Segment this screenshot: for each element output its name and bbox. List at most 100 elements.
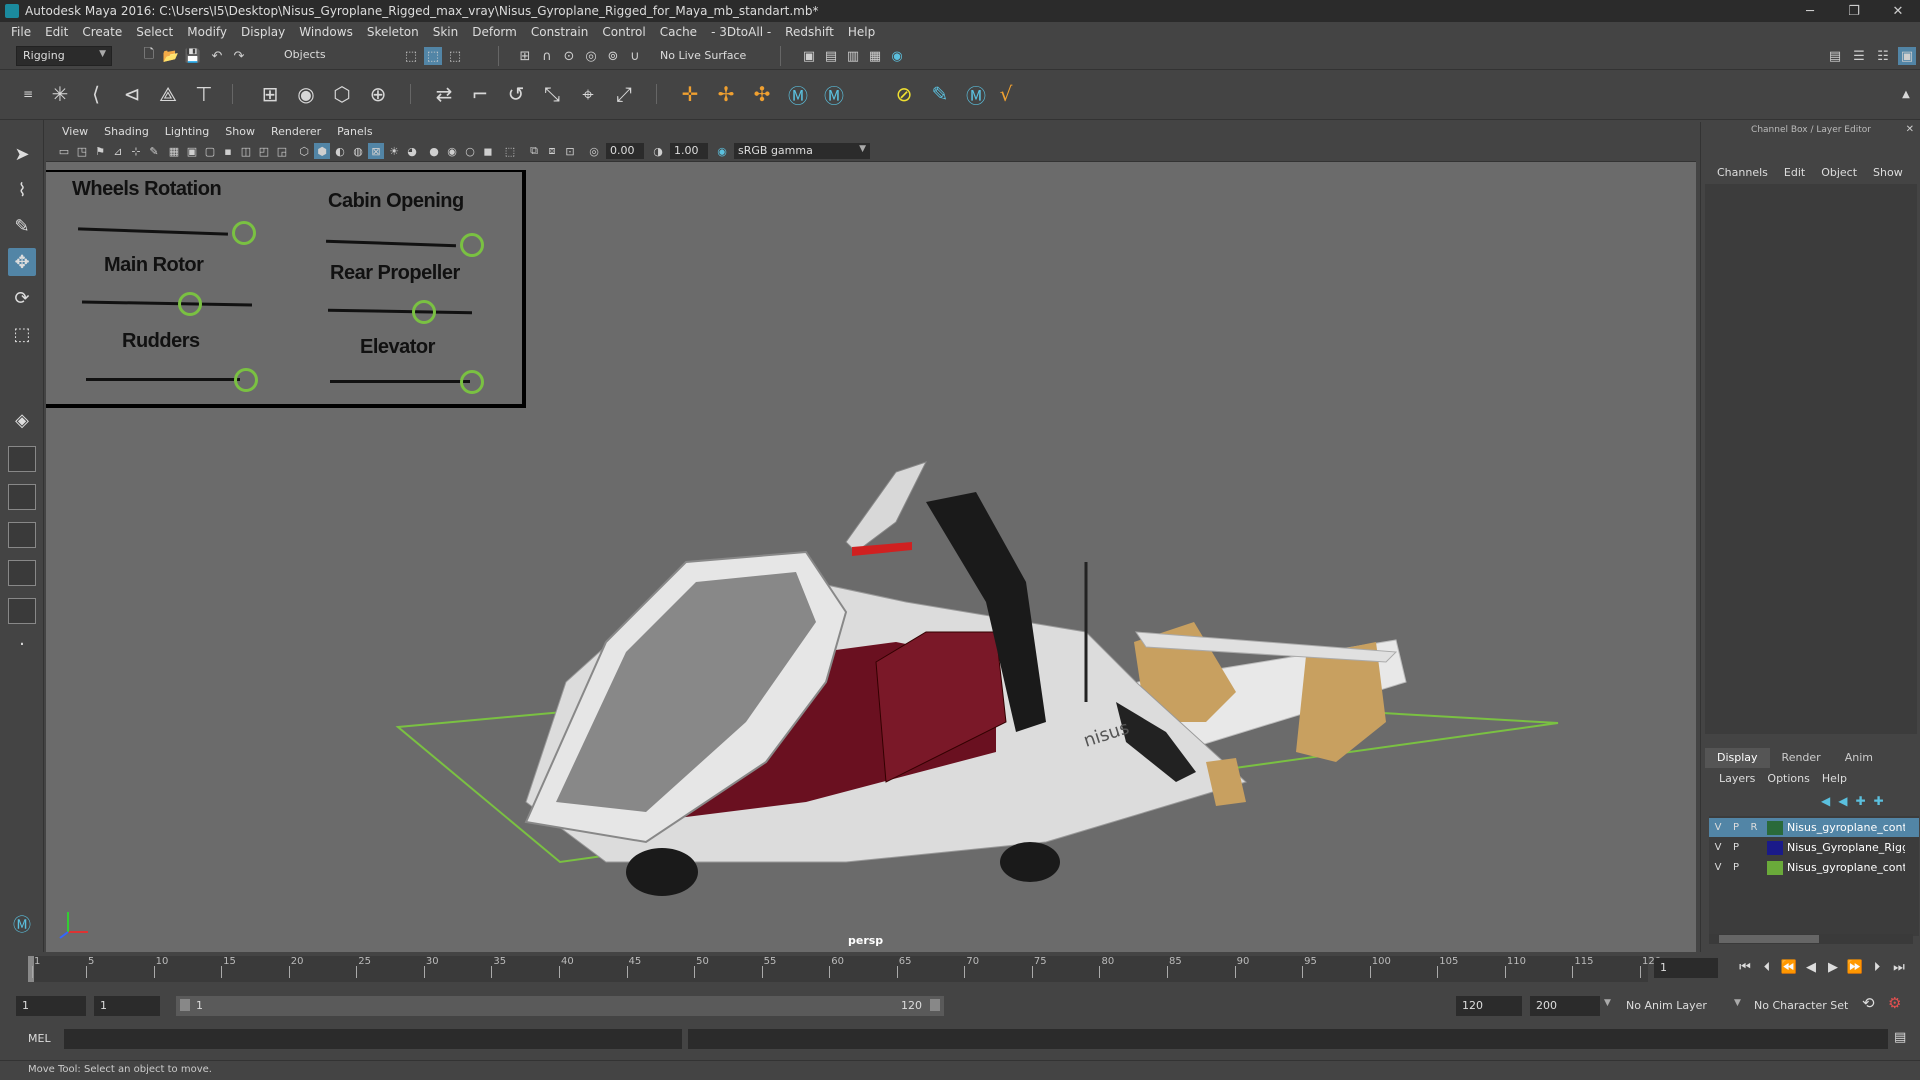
- menu-display[interactable]: Display: [234, 25, 292, 39]
- play-backwards-icon[interactable]: ◀: [1800, 960, 1822, 975]
- screen-space-ao-icon[interactable]: ●: [426, 143, 442, 159]
- menu-deform[interactable]: Deform: [465, 25, 524, 39]
- four-pane-layout-icon[interactable]: [8, 446, 36, 472]
- field-chart-icon[interactable]: ◫: [238, 143, 254, 159]
- script-editor-icon[interactable]: ▤: [1894, 1030, 1906, 1045]
- selection-mask-dropdown[interactable]: Objects: [278, 46, 378, 66]
- vp-menu-shading[interactable]: Shading: [96, 125, 157, 138]
- use-default-material-icon[interactable]: ◐: [332, 143, 348, 159]
- menu-modify[interactable]: Modify: [180, 25, 234, 39]
- grid-toggle-icon[interactable]: ▦: [166, 143, 182, 159]
- persp-outliner-layout-icon[interactable]: [8, 560, 36, 586]
- step-back-key-icon[interactable]: ⏪: [1778, 960, 1800, 975]
- le-menu-layers[interactable]: Layers: [1713, 772, 1761, 785]
- gamma-icon[interactable]: ◑: [650, 143, 666, 159]
- resolution-gate-icon[interactable]: ▢: [202, 143, 218, 159]
- outliner-toggle-icon[interactable]: ·: [8, 630, 36, 658]
- gyroplane-model[interactable]: nisus: [46, 162, 1696, 952]
- menu-file[interactable]: File: [4, 25, 38, 39]
- exposure-field[interactable]: 0.00: [606, 143, 644, 159]
- persp-graph-layout-icon[interactable]: [8, 522, 36, 548]
- layer-color-swatch[interactable]: [1767, 840, 1783, 855]
- layer-scrollbar[interactable]: [1709, 934, 1913, 944]
- shelf-menu-icon[interactable]: ≡: [14, 80, 42, 108]
- menu-control[interactable]: Control: [595, 25, 652, 39]
- set-driven-key-icon[interactable]: ⊘: [890, 80, 918, 108]
- 2d-pan-zoom-icon[interactable]: ⊹: [128, 143, 144, 159]
- le-menu-options[interactable]: Options: [1761, 772, 1815, 785]
- le-menu-help[interactable]: Help: [1816, 772, 1853, 785]
- vp-menu-renderer[interactable]: Renderer: [263, 125, 329, 138]
- pole-vector-icon[interactable]: ⤢: [610, 80, 638, 108]
- move-layer-down-icon[interactable]: ◀: [1838, 794, 1847, 808]
- step-forward-key-icon[interactable]: ⏩: [1844, 960, 1866, 975]
- layer-playback-toggle[interactable]: P: [1727, 822, 1745, 833]
- go-to-start-icon[interactable]: ⏮: [1734, 960, 1756, 975]
- new-scene-icon[interactable]: 🗋: [140, 47, 158, 65]
- range-slider-bar[interactable]: 1 120: [176, 996, 944, 1016]
- animation-end-field[interactable]: 200: [1530, 996, 1600, 1016]
- wrap-deformer-icon[interactable]: ⊕: [364, 80, 392, 108]
- panel-close-icon[interactable]: ✕: [1906, 124, 1914, 135]
- shelf-scroll-icon[interactable]: ▲: [1892, 80, 1920, 108]
- tab-display[interactable]: Display: [1705, 748, 1770, 768]
- menu-skeleton[interactable]: Skeleton: [360, 25, 426, 39]
- layer-color-swatch[interactable]: [1767, 860, 1783, 875]
- cb-menu-channels[interactable]: Channels: [1709, 166, 1776, 179]
- save-scene-icon[interactable]: 💾: [184, 47, 202, 65]
- range-start-handle[interactable]: [180, 999, 190, 1011]
- view-transform-dropdown[interactable]: sRGB gamma ▼: [734, 143, 870, 159]
- animation-start-field[interactable]: 1: [16, 996, 86, 1016]
- modeling-toolkit-icon[interactable]: ▤: [1826, 47, 1844, 65]
- select-object-icon[interactable]: ⬚: [424, 47, 442, 65]
- anim-layer-dropdown[interactable]: No Anim Layer: [1620, 996, 1740, 1016]
- skin-cluster-icon[interactable]: ✎: [926, 80, 954, 108]
- cluster-icon[interactable]: ✢: [712, 80, 740, 108]
- cb-menu-show[interactable]: Show: [1865, 166, 1911, 179]
- use-all-lights-icon[interactable]: ☀: [386, 143, 402, 159]
- chevron-down-icon[interactable]: ▼: [1604, 998, 1611, 1008]
- bookmarks-icon[interactable]: ⚑: [92, 143, 108, 159]
- orient-constraint-icon[interactable]: ↺: [502, 80, 530, 108]
- layer-row[interactable]: V P R Nisus_gyroplane_cont: [1709, 818, 1919, 837]
- orient-joint-icon[interactable]: ⊤: [190, 80, 218, 108]
- safe-title-icon[interactable]: ◲: [274, 143, 290, 159]
- check-icon[interactable]: √: [992, 80, 1020, 108]
- mel-label[interactable]: MEL: [28, 1032, 51, 1045]
- single-pane-layout-icon[interactable]: ◈: [8, 406, 36, 434]
- safe-action-icon[interactable]: ◰: [256, 143, 272, 159]
- new-layer-icon[interactable]: ✚: [1855, 794, 1865, 808]
- scale-tool-icon[interactable]: ⬚: [8, 320, 36, 348]
- playback-end-field[interactable]: 120: [1456, 996, 1522, 1016]
- select-component-icon[interactable]: ⬚: [446, 47, 464, 65]
- depth-of-field-icon[interactable]: ◼: [480, 143, 496, 159]
- new-layer-selected-icon[interactable]: ✚: [1874, 794, 1884, 808]
- layer-reference-toggle[interactable]: R: [1745, 822, 1763, 833]
- shadows-icon[interactable]: ◕: [404, 143, 420, 159]
- lasso-tool-icon[interactable]: ⌇: [8, 176, 36, 204]
- move-tool-icon[interactable]: ✥: [8, 248, 36, 276]
- attribute-editor-icon[interactable]: ☰: [1850, 47, 1868, 65]
- image-plane-icon[interactable]: ⊿: [110, 143, 126, 159]
- step-forward-frame-icon[interactable]: ⏵: [1866, 960, 1888, 975]
- gamma-field[interactable]: 1.00: [670, 143, 708, 159]
- snap-view-plane-icon[interactable]: ◎: [582, 47, 600, 65]
- redo-icon[interactable]: ↷: [230, 47, 248, 65]
- bind-skin-icon[interactable]: ⊞: [256, 80, 284, 108]
- outliner-layout-icon[interactable]: [8, 598, 36, 624]
- menu-cache[interactable]: Cache: [653, 25, 704, 39]
- chevron-down-icon[interactable]: ▼: [1734, 998, 1741, 1008]
- go-to-end-icon[interactable]: ⏭: [1888, 960, 1910, 975]
- gate-mask-icon[interactable]: ▪: [220, 143, 236, 159]
- tab-anim[interactable]: Anim: [1833, 748, 1885, 768]
- snap-curve-icon[interactable]: ∩: [538, 47, 556, 65]
- snap-live-icon[interactable]: ⊚: [604, 47, 622, 65]
- scale-constraint-icon[interactable]: ⤡: [538, 80, 566, 108]
- maximize-button[interactable]: ❐: [1832, 0, 1876, 22]
- live-surface-label[interactable]: No Live Surface: [660, 49, 746, 62]
- layer-color-swatch[interactable]: [1767, 820, 1783, 835]
- locator-icon[interactable]: ✛: [676, 80, 704, 108]
- joint-tool-icon[interactable]: ✳: [46, 80, 74, 108]
- range-end-handle[interactable]: [930, 999, 940, 1011]
- perspective-viewport[interactable]: Wheels Rotation Cabin Opening Main Rotor…: [46, 162, 1696, 952]
